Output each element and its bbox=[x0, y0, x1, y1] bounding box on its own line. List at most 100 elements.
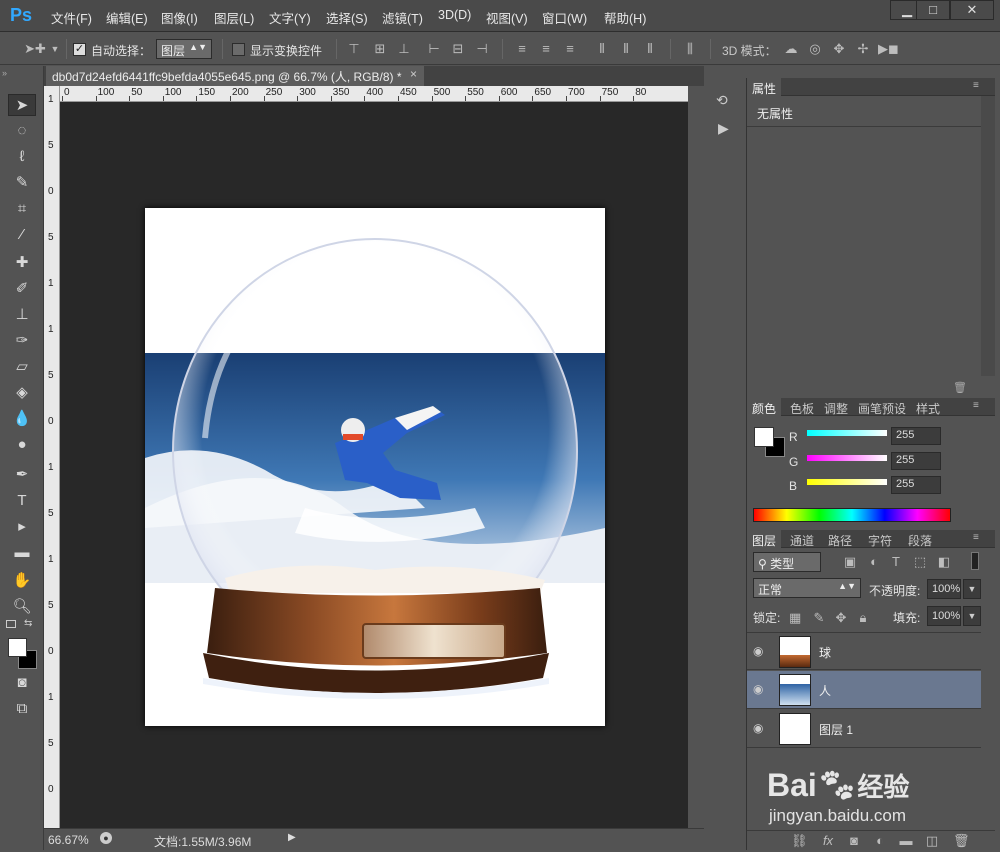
healing-brush-tool-icon[interactable]: ✚ bbox=[8, 252, 36, 274]
align-hcenter-icon[interactable]: ⊟ bbox=[450, 41, 466, 57]
path-select-tool-icon[interactable]: ▸ bbox=[8, 516, 36, 538]
align-left-icon[interactable]: ⊢ bbox=[426, 41, 442, 57]
color-spectrum[interactable] bbox=[753, 508, 951, 522]
close-tab-icon[interactable]: × bbox=[410, 67, 417, 81]
status-menu-arrow-icon[interactable]: ▶ bbox=[288, 832, 296, 843]
blur-tool-icon[interactable]: 💧 bbox=[8, 408, 36, 430]
distribute-left-icon[interactable]: ⫴ bbox=[594, 41, 610, 57]
menu-file[interactable]: 文件(F) bbox=[51, 8, 92, 27]
layer-filter-dropdown[interactable]: ⚲ 类型 bbox=[753, 552, 821, 572]
vertical-scrollbar[interactable] bbox=[688, 86, 704, 828]
tab-styles[interactable]: 样式 bbox=[911, 398, 945, 416]
filter-shape-icon[interactable]: ⬚ bbox=[913, 554, 927, 570]
3d-pan-icon[interactable]: ✥ bbox=[830, 41, 848, 57]
align-top-icon[interactable]: ⊤ bbox=[346, 41, 362, 57]
new-layer-icon[interactable]: ◫ bbox=[925, 833, 939, 849]
blue-value[interactable]: 255 bbox=[891, 476, 941, 494]
trash-icon[interactable]: 🗑︎ bbox=[953, 381, 967, 394]
history-brush-tool-icon[interactable]: ✑ bbox=[8, 330, 36, 352]
tab-character[interactable]: 字符 bbox=[863, 530, 897, 548]
tab-swatches[interactable]: 色板 bbox=[785, 398, 819, 416]
eraser-tool-icon[interactable]: ▱ bbox=[8, 356, 36, 378]
tab-layers[interactable]: 图层 bbox=[747, 530, 782, 548]
distribute-vcenter-icon[interactable]: ≡ bbox=[538, 41, 554, 57]
3d-roll-icon[interactable]: ◎ bbox=[806, 41, 824, 57]
color-fg-swatch[interactable] bbox=[754, 427, 774, 447]
pen-tool-icon[interactable]: ✒ bbox=[8, 464, 36, 486]
distribute-right-icon[interactable]: ⫴ bbox=[642, 41, 658, 57]
3d-scale-icon[interactable]: ▶◼ bbox=[878, 41, 899, 57]
red-value[interactable]: 255 bbox=[891, 427, 941, 445]
tab-brush-presets[interactable]: 画笔预设 bbox=[853, 398, 911, 416]
move-tool-icon[interactable]: ➤ bbox=[8, 94, 36, 116]
align-right-icon[interactable]: ⊣ bbox=[474, 41, 490, 57]
new-group-icon[interactable]: ▬ bbox=[899, 833, 913, 849]
move-tool-icon[interactable]: ➤✚ bbox=[24, 41, 46, 57]
maximize-button[interactable]: □ bbox=[916, 0, 950, 20]
green-slider[interactable] bbox=[807, 455, 887, 461]
quick-mask-icon[interactable]: ◙ bbox=[8, 672, 36, 694]
3d-slide-icon[interactable]: ✢ bbox=[854, 41, 872, 57]
crop-tool-icon[interactable]: ⌗ bbox=[8, 198, 36, 220]
fill-input[interactable]: 100% bbox=[927, 606, 961, 626]
menu-filter[interactable]: 滤镜(T) bbox=[382, 8, 423, 27]
filter-adjustment-icon[interactable]: ◐ bbox=[867, 554, 881, 570]
visibility-eye-icon[interactable]: ◉ bbox=[753, 682, 769, 696]
marquee-tool-icon[interactable]: ◌ bbox=[8, 120, 36, 142]
quick-select-tool-icon[interactable]: ✎ bbox=[8, 172, 36, 194]
tab-channels[interactable]: 通道 bbox=[785, 530, 819, 548]
menu-help[interactable]: 帮助(H) bbox=[604, 8, 646, 27]
lock-position-icon[interactable]: ✥ bbox=[835, 610, 847, 626]
menu-edit[interactable]: 编辑(E) bbox=[106, 8, 148, 27]
3d-rotate-icon[interactable]: ☁ bbox=[782, 41, 800, 57]
filter-toggle[interactable] bbox=[971, 552, 979, 570]
close-button[interactable]: ✕ bbox=[950, 0, 994, 20]
distribute-bottom-icon[interactable]: ≡ bbox=[562, 41, 578, 57]
green-value[interactable]: 255 bbox=[891, 452, 941, 470]
canvas-area[interactable] bbox=[60, 102, 688, 828]
menu-select[interactable]: 选择(S) bbox=[326, 8, 368, 27]
type-tool-icon[interactable]: T bbox=[8, 490, 36, 512]
dodge-tool-icon[interactable]: ● bbox=[8, 434, 36, 456]
tab-paragraph[interactable]: 段落 bbox=[903, 530, 937, 548]
layer-name[interactable]: 人 bbox=[819, 682, 831, 699]
opacity-input[interactable]: 100% bbox=[927, 579, 961, 599]
blue-slider[interactable] bbox=[807, 479, 887, 485]
chevron-down-icon[interactable]: ▼ bbox=[50, 41, 60, 57]
add-mask-icon[interactable]: ◙ bbox=[847, 833, 861, 849]
distribute-top-icon[interactable]: ≡ bbox=[514, 41, 530, 57]
foreground-color-swatch[interactable] bbox=[8, 638, 27, 657]
paint-bucket-tool-icon[interactable]: ◈ bbox=[8, 382, 36, 404]
layer-row-person[interactable]: ◉ 人 bbox=[747, 671, 981, 709]
shape-tool-icon[interactable]: ▬ bbox=[8, 542, 36, 564]
document-tab[interactable]: db0d7d24efd6441ffc9befda4055e645.png @ 6… bbox=[46, 66, 424, 86]
brush-tool-icon[interactable]: ✐ bbox=[8, 278, 36, 300]
filter-type-icon[interactable]: T bbox=[889, 554, 903, 570]
lasso-tool-icon[interactable]: ℓ bbox=[8, 146, 36, 168]
auto-select-checkbox[interactable]: ✓ bbox=[73, 43, 86, 56]
zoom-tool-icon[interactable]: 🔍︎ bbox=[8, 596, 36, 618]
filter-pixel-icon[interactable]: ▣ bbox=[843, 554, 857, 570]
layer-name[interactable]: 图层 1 bbox=[819, 721, 853, 738]
swap-colors-icon[interactable]: ⇆ bbox=[24, 618, 32, 629]
properties-scrollbar[interactable] bbox=[981, 96, 995, 376]
panel-menu-icon[interactable]: ≡ bbox=[973, 400, 979, 411]
menu-3d[interactable]: 3D(D) bbox=[438, 8, 471, 22]
screen-mode-icon[interactable]: ⧉ bbox=[8, 698, 36, 720]
auto-select-dropdown[interactable]: 图层 ▲▼ bbox=[156, 39, 212, 59]
align-bottom-icon[interactable]: ⊥ bbox=[396, 41, 412, 57]
menu-layer[interactable]: 图层(L) bbox=[214, 8, 254, 27]
history-icon[interactable]: ⟲ bbox=[716, 92, 728, 109]
menu-window[interactable]: 窗口(W) bbox=[542, 8, 587, 27]
tab-paths[interactable]: 路径 bbox=[823, 530, 857, 548]
lock-all-icon[interactable]: 🔒︎ bbox=[857, 610, 869, 626]
collapse-icon[interactable]: » bbox=[2, 68, 7, 78]
align-vcenter-icon[interactable]: ⊞ bbox=[372, 41, 388, 57]
status-info-icon[interactable]: ● bbox=[100, 832, 112, 844]
blend-mode-dropdown[interactable]: 正常 ▲▼ bbox=[753, 578, 861, 598]
tab-properties[interactable]: 属性 bbox=[747, 78, 782, 96]
filter-smart-object-icon[interactable]: ◧ bbox=[937, 554, 951, 570]
link-layers-icon[interactable]: ⛓ bbox=[791, 833, 808, 849]
fx-icon[interactable]: fx bbox=[819, 833, 837, 849]
auto-align-icon[interactable]: ⫼ bbox=[680, 41, 700, 57]
